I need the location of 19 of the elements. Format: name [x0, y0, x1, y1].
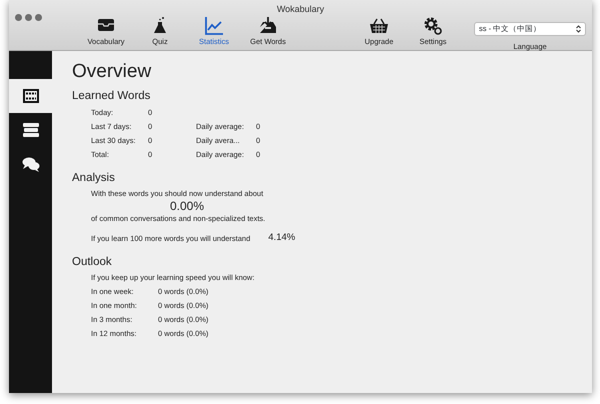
sidebar-tab[interactable] — [9, 79, 52, 113]
chevron-icon — [576, 25, 581, 33]
zoom-button[interactable] — [35, 14, 42, 21]
percent-value: 0.00% — [170, 199, 206, 214]
projection-value: 4.14% — [268, 231, 296, 246]
books-icon — [22, 122, 40, 138]
section-heading: Analysis — [72, 172, 116, 186]
gear-icon — [423, 16, 443, 35]
line-chart-icon — [204, 16, 224, 35]
section-heading: Outlook — [72, 256, 113, 270]
abacus-icon — [22, 88, 40, 104]
minimize-button[interactable] — [25, 14, 32, 21]
section-heading: Learned Words — [72, 90, 152, 104]
inbox-download-icon — [258, 16, 278, 35]
page-title: Overview — [72, 61, 152, 84]
basket-icon — [369, 16, 389, 35]
close-button[interactable] — [15, 14, 22, 21]
chat-bubbles-icon — [22, 156, 40, 172]
window-title: Wokabulary — [276, 4, 324, 14]
